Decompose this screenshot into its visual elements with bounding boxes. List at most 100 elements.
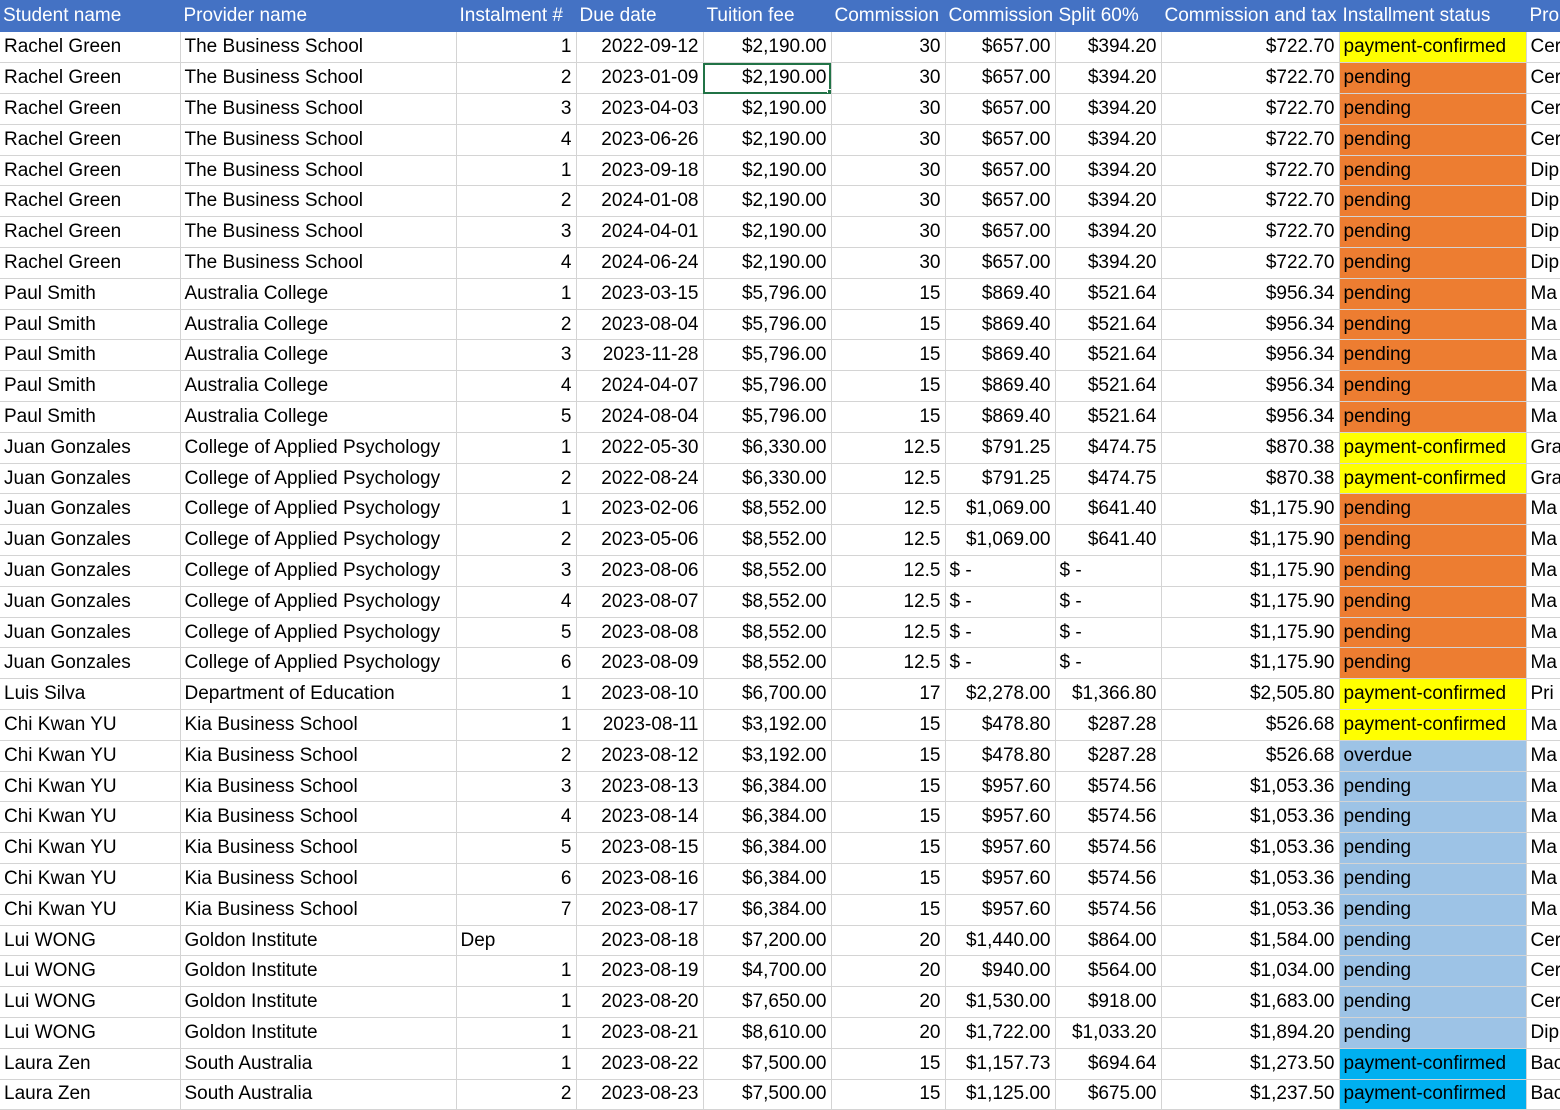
cell-tuition-fee[interactable]: $6,384.00 [703, 801, 832, 834]
cell-program[interactable]: Dip [1526, 216, 1560, 249]
cell-due-date[interactable]: 2023-08-23 [576, 1079, 704, 1110]
cell-commission-amount[interactable]: $957.60 [945, 832, 1056, 865]
cell-instalment[interactable]: 4 [456, 247, 577, 279]
cell-provider-name[interactable]: College of Applied Psychology [180, 617, 457, 649]
cell-instalment[interactable]: 1 [456, 493, 577, 526]
cell-due-date[interactable]: 2023-03-15 [576, 278, 704, 310]
cell-split[interactable]: $474.75 [1055, 463, 1162, 495]
cell-tuition-fee[interactable]: $7,650.00 [703, 986, 832, 1018]
cell-student-name[interactable]: Paul Smith [0, 370, 181, 403]
cell-commission-rate[interactable]: 15 [831, 278, 946, 310]
cell-provider-name[interactable]: Department of Education [180, 678, 457, 711]
header-installment-status[interactable]: Installment status [1339, 0, 1527, 32]
cell-split[interactable]: $394.20 [1055, 93, 1162, 125]
cell-commission-rate[interactable]: 30 [831, 124, 946, 156]
cell-program[interactable]: Ma [1526, 278, 1560, 310]
cell-split[interactable]: $641.40 [1055, 524, 1162, 557]
cell-due-date[interactable]: 2023-09-18 [576, 155, 704, 187]
cell-program[interactable]: Cer [1526, 32, 1560, 64]
cell-program[interactable]: Gra [1526, 432, 1560, 464]
cell-provider-name[interactable]: Kia Business School [180, 863, 457, 895]
cell-tuition-fee[interactable]: $7,200.00 [703, 925, 832, 957]
cell-installment-status[interactable]: payment-confirmed [1339, 32, 1527, 64]
cell-commission-rate[interactable]: 15 [831, 309, 946, 341]
cell-student-name[interactable]: Rachel Green [0, 124, 181, 156]
cell-instalment[interactable]: 2 [456, 309, 577, 341]
cell-split[interactable]: $521.64 [1055, 278, 1162, 310]
cell-commission-amount[interactable]: $869.40 [945, 278, 1056, 310]
cell-student-name[interactable]: Chi Kwan YU [0, 832, 181, 865]
cell-commission-amount[interactable]: $657.00 [945, 62, 1056, 95]
header-commission-and-tax[interactable]: Commission and tax [1161, 0, 1340, 32]
cell-instalment[interactable]: 2 [456, 1079, 577, 1110]
cell-program[interactable]: Ma [1526, 863, 1560, 895]
cell-commission-and-tax[interactable]: $1,237.50 [1161, 1079, 1340, 1110]
cell-provider-name[interactable]: Goldon Institute [180, 986, 457, 1018]
cell-due-date[interactable]: 2023-04-03 [576, 93, 704, 125]
cell-program[interactable]: Dip [1526, 1017, 1560, 1049]
cell-installment-status[interactable]: pending [1339, 370, 1527, 403]
cell-tuition-fee[interactable]: $6,384.00 [703, 894, 832, 926]
cell-tuition-fee[interactable]: $2,190.00 [703, 124, 832, 156]
cell-commission-amount[interactable]: $869.40 [945, 339, 1056, 372]
cell-student-name[interactable]: Chi Kwan YU [0, 894, 181, 926]
cell-student-name[interactable]: Chi Kwan YU [0, 709, 181, 741]
cell-provider-name[interactable]: Goldon Institute [180, 1017, 457, 1049]
cell-due-date[interactable]: 2023-08-10 [576, 678, 704, 711]
cell-due-date[interactable]: 2023-08-15 [576, 832, 704, 865]
cell-tuition-fee[interactable]: $5,796.00 [703, 278, 832, 310]
cell-provider-name[interactable]: The Business School [180, 216, 457, 249]
cell-student-name[interactable]: Paul Smith [0, 278, 181, 310]
cell-due-date[interactable]: 2023-05-06 [576, 524, 704, 557]
cell-split[interactable]: $521.64 [1055, 370, 1162, 403]
cell-provider-name[interactable]: Goldon Institute [180, 925, 457, 957]
cell-commission-and-tax[interactable]: $1,175.90 [1161, 647, 1340, 680]
cell-due-date[interactable]: 2024-01-08 [576, 185, 704, 218]
cell-program[interactable]: Ma [1526, 555, 1560, 587]
cell-student-name[interactable]: Chi Kwan YU [0, 863, 181, 895]
cell-commission-rate[interactable]: 30 [831, 32, 946, 64]
cell-due-date[interactable]: 2023-08-07 [576, 586, 704, 618]
cell-due-date[interactable]: 2023-02-06 [576, 493, 704, 526]
cell-provider-name[interactable]: Kia Business School [180, 709, 457, 741]
cell-commission-rate[interactable]: 20 [831, 1017, 946, 1049]
cell-installment-status[interactable]: pending [1339, 339, 1527, 372]
cell-commission-and-tax[interactable]: $722.70 [1161, 62, 1340, 95]
cell-due-date[interactable]: 2023-08-04 [576, 309, 704, 341]
cell-installment-status[interactable]: pending [1339, 555, 1527, 587]
cell-commission-amount[interactable]: $957.60 [945, 863, 1056, 895]
cell-split[interactable]: $394.20 [1055, 32, 1162, 64]
cell-program[interactable]: Ma [1526, 339, 1560, 372]
cell-tuition-fee[interactable]: $8,552.00 [703, 555, 832, 587]
cell-instalment[interactable]: 1 [456, 709, 577, 741]
cell-provider-name[interactable]: The Business School [180, 185, 457, 218]
cell-tuition-fee[interactable]: $7,500.00 [703, 1048, 832, 1080]
cell-commission-and-tax[interactable]: $526.68 [1161, 740, 1340, 772]
cell-commission-rate[interactable]: 12.5 [831, 524, 946, 557]
cell-split[interactable]: $ - [1055, 647, 1162, 680]
cell-tuition-fee[interactable]: $8,552.00 [703, 586, 832, 618]
cell-student-name[interactable]: Paul Smith [0, 339, 181, 372]
cell-student-name[interactable]: Juan Gonzales [0, 524, 181, 557]
cell-tuition-fee[interactable]: $2,190.00 [703, 247, 832, 279]
cell-tuition-fee[interactable]: $8,552.00 [703, 647, 832, 680]
cell-provider-name[interactable]: The Business School [180, 32, 457, 64]
cell-instalment[interactable]: 7 [456, 894, 577, 926]
cell-program[interactable]: Pri [1526, 678, 1560, 711]
cell-program[interactable]: Ma [1526, 524, 1560, 557]
cell-due-date[interactable]: 2024-08-04 [576, 401, 704, 433]
cell-instalment[interactable]: 4 [456, 124, 577, 156]
cell-commission-rate[interactable]: 15 [831, 832, 946, 865]
cell-commission-amount[interactable]: $869.40 [945, 309, 1056, 341]
cell-commission-rate[interactable]: 12.5 [831, 647, 946, 680]
cell-student-name[interactable]: Juan Gonzales [0, 463, 181, 495]
cell-instalment[interactable]: 3 [456, 339, 577, 372]
cell-program[interactable]: Cer [1526, 124, 1560, 156]
cell-commission-and-tax[interactable]: $722.70 [1161, 247, 1340, 279]
cell-installment-status[interactable]: payment-confirmed [1339, 1048, 1527, 1080]
cell-commission-and-tax[interactable]: $1,175.90 [1161, 617, 1340, 649]
cell-tuition-fee[interactable]: $6,384.00 [703, 832, 832, 865]
cell-tuition-fee[interactable]: $3,192.00 [703, 740, 832, 772]
cell-student-name[interactable]: Paul Smith [0, 309, 181, 341]
cell-installment-status[interactable]: pending [1339, 93, 1527, 125]
